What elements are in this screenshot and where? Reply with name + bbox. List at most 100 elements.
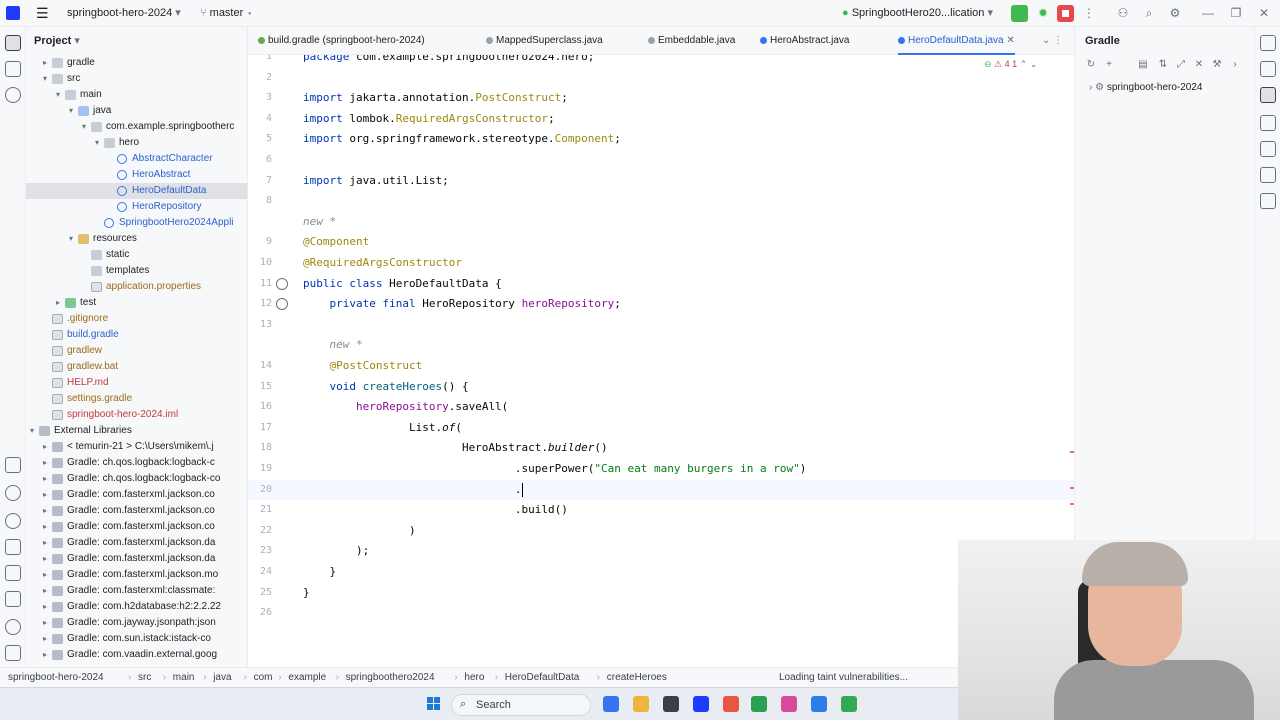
code-line[interactable]: public class HeroDefaultData { <box>303 274 502 294</box>
code-line[interactable]: .superPower("Can eat many burgers in a r… <box>303 459 806 479</box>
code-line[interactable]: ); <box>303 541 369 561</box>
windows-start-icon[interactable] <box>427 697 441 711</box>
project-panel-title[interactable]: Project ▾ <box>34 34 80 47</box>
tasks-icon[interactable]: ▤ <box>1137 59 1149 71</box>
taskbar-app-icon[interactable] <box>781 696 797 712</box>
code-line[interactable]: @RequiredArgsConstructor <box>303 253 462 273</box>
project-tree-item[interactable]: build.gradle <box>26 327 247 343</box>
editor-tab[interactable]: MappedSuperclass.java <box>486 27 603 55</box>
chevron-down-icon[interactable]: ▾ <box>53 87 63 103</box>
restore-icon[interactable]: ❐ <box>1228 5 1244 21</box>
chevron-right-icon[interactable]: ▸ <box>40 647 50 663</box>
editor-tab[interactable]: Embeddable.java <box>648 27 735 55</box>
debug-icon[interactable]: ✹ <box>1035 5 1051 21</box>
chevron-right-icon[interactable]: ▸ <box>40 519 50 535</box>
project-tree-item[interactable]: ▸ gradle <box>26 55 247 71</box>
taskbar-app-icon[interactable] <box>603 696 619 712</box>
close-icon[interactable]: ✕ <box>1256 5 1272 21</box>
main-menu-icon[interactable]: ☰ <box>36 0 49 27</box>
project-tree-item[interactable]: gradlew.bat <box>26 359 247 375</box>
more-actions-icon[interactable]: ⋮ <box>1081 5 1097 21</box>
add-user-icon[interactable]: ⚇ <box>1115 5 1131 21</box>
project-switcher[interactable]: springboot-hero-2024 ▾ <box>67 0 181 27</box>
structure-tool-icon[interactable] <box>5 61 21 77</box>
breadcrumb-item[interactable]: springboot-hero-2024 <box>8 668 104 688</box>
chevron-down-icon[interactable]: ▾ <box>27 423 37 439</box>
chevron-right-icon[interactable]: ▸ <box>40 631 50 647</box>
project-tool-icon[interactable] <box>5 35 21 51</box>
project-tree-item[interactable]: settings.gradle <box>26 391 247 407</box>
project-tree-item[interactable]: ▸ Gradle: com.vaadin.external.goog <box>26 647 247 663</box>
project-tree-item[interactable]: ▸ Gradle: com.fasterxml:classmate: <box>26 583 247 599</box>
project-tree-item[interactable]: ▸ Gradle: com.sun.istack:istack-co <box>26 631 247 647</box>
code-line[interactable]: new * <box>303 212 336 232</box>
services-tool-icon[interactable] <box>5 513 21 529</box>
d-tool-icon[interactable] <box>1260 167 1276 183</box>
project-tree-item[interactable]: .gitignore <box>26 311 247 327</box>
project-tree-item[interactable]: ▾ main <box>26 87 247 103</box>
taskbar-search[interactable]: ⌕ Search <box>451 694 591 716</box>
project-tree-item[interactable]: static <box>26 247 247 263</box>
search-icon[interactable]: ⌕ <box>1141 5 1157 21</box>
project-tree-item[interactable]: ▾ hero <box>26 135 247 151</box>
code-line[interactable]: ) <box>303 521 416 541</box>
code-line[interactable]: import lombok.RequiredArgsConstructor; <box>303 109 555 129</box>
maven-icon[interactable] <box>1260 141 1276 157</box>
code-line-current[interactable]: . <box>303 480 523 500</box>
build-tool-icon[interactable] <box>5 539 21 555</box>
project-tree-item[interactable]: ▾ External Libraries <box>26 423 247 439</box>
code-line[interactable]: heroRepository.saveAll( <box>303 397 508 417</box>
inspection-widget[interactable]: ⊖ ⚠ 4 1 ⌃ ⌄ <box>984 59 1037 70</box>
chevron-down-icon[interactable]: ▾ <box>79 119 89 135</box>
chevron-right-icon[interactable]: ▸ <box>40 487 50 503</box>
layers-tool-icon[interactable] <box>5 457 21 473</box>
copilot-icon[interactable] <box>1260 193 1276 209</box>
chevron-right-icon[interactable]: ▸ <box>40 599 50 615</box>
project-tree-item[interactable]: gradlew <box>26 343 247 359</box>
code-line[interactable]: List.of( <box>303 418 462 438</box>
breadcrumb-item[interactable]: hero <box>464 668 484 688</box>
code-line[interactable]: void createHeroes() { <box>303 377 469 397</box>
chevron-right-icon[interactable]: ▸ <box>40 551 50 567</box>
editor-tab[interactable]: HeroAbstract.java <box>760 27 849 55</box>
project-tree-item[interactable]: ▾ java <box>26 103 247 119</box>
taskbar-app-icon[interactable] <box>693 696 709 712</box>
project-tree-item[interactable]: HELP.md <box>26 375 247 391</box>
project-tree-item[interactable]: SpringbootHero2024Appli <box>26 215 247 231</box>
chevron-right-icon[interactable]: ▸ <box>40 535 50 551</box>
project-tree-item[interactable]: ▸ Gradle: com.fasterxml.jackson.mo <box>26 567 247 583</box>
breadcrumb-item[interactable]: java <box>213 668 231 688</box>
settings-wrench-icon[interactable]: ⚒ <box>1211 59 1223 71</box>
project-tree-item[interactable]: ▸ < temurin-21 > C:\Users\mikem\.j <box>26 439 247 455</box>
chevron-right-icon[interactable]: ▸ <box>40 503 50 519</box>
chevron-down-icon[interactable]: ▾ <box>66 103 76 119</box>
editor-tab[interactable]: build.gradle (springboot-hero-2024) <box>258 27 425 55</box>
tabs-more-icon[interactable]: ⌄ ⋮ <box>1042 27 1063 55</box>
code-line[interactable]: import org.springframework.stereotype.Co… <box>303 129 621 149</box>
code-line[interactable]: } <box>303 583 310 603</box>
chevron-down-icon[interactable]: ▾ <box>92 135 102 151</box>
chevron-down-icon[interactable]: ▾ <box>40 71 50 87</box>
problems-tool-icon[interactable] <box>5 485 21 501</box>
project-tree-item[interactable]: ▾ src <box>26 71 247 87</box>
code-line[interactable]: new * <box>303 335 363 355</box>
todo-tool-icon[interactable] <box>5 645 21 661</box>
ai-assistant-icon[interactable] <box>1260 115 1276 131</box>
chevron-right-icon[interactable]: ▸ <box>40 439 50 455</box>
chevron-right-icon[interactable]: ▸ <box>40 55 50 71</box>
project-tree-item[interactable]: AbstractCharacter <box>26 151 247 167</box>
git-tool-icon[interactable] <box>5 619 21 635</box>
branch-switcher[interactable]: ⑂ master ▾ <box>200 0 253 27</box>
chevron-right-icon[interactable]: ▸ <box>40 567 50 583</box>
breadcrumb-item[interactable]: src <box>138 668 151 688</box>
code-line[interactable]: @PostConstruct <box>303 356 423 376</box>
taskbar-app-icon[interactable] <box>841 696 857 712</box>
breadcrumb-item[interactable]: main <box>173 668 195 688</box>
project-tree-item[interactable]: HeroRepository <box>26 199 247 215</box>
project-tree-item[interactable]: HeroAbstract <box>26 167 247 183</box>
database-icon[interactable] <box>1260 61 1276 77</box>
project-tree-item[interactable]: HeroDefaultData <box>26 183 247 199</box>
project-tree-item[interactable]: ▸ Gradle: com.h2database:h2:2.2.22 <box>26 599 247 615</box>
taskbar-app-icon[interactable] <box>663 696 679 712</box>
chevron-right-icon[interactable]: ▸ <box>40 471 50 487</box>
